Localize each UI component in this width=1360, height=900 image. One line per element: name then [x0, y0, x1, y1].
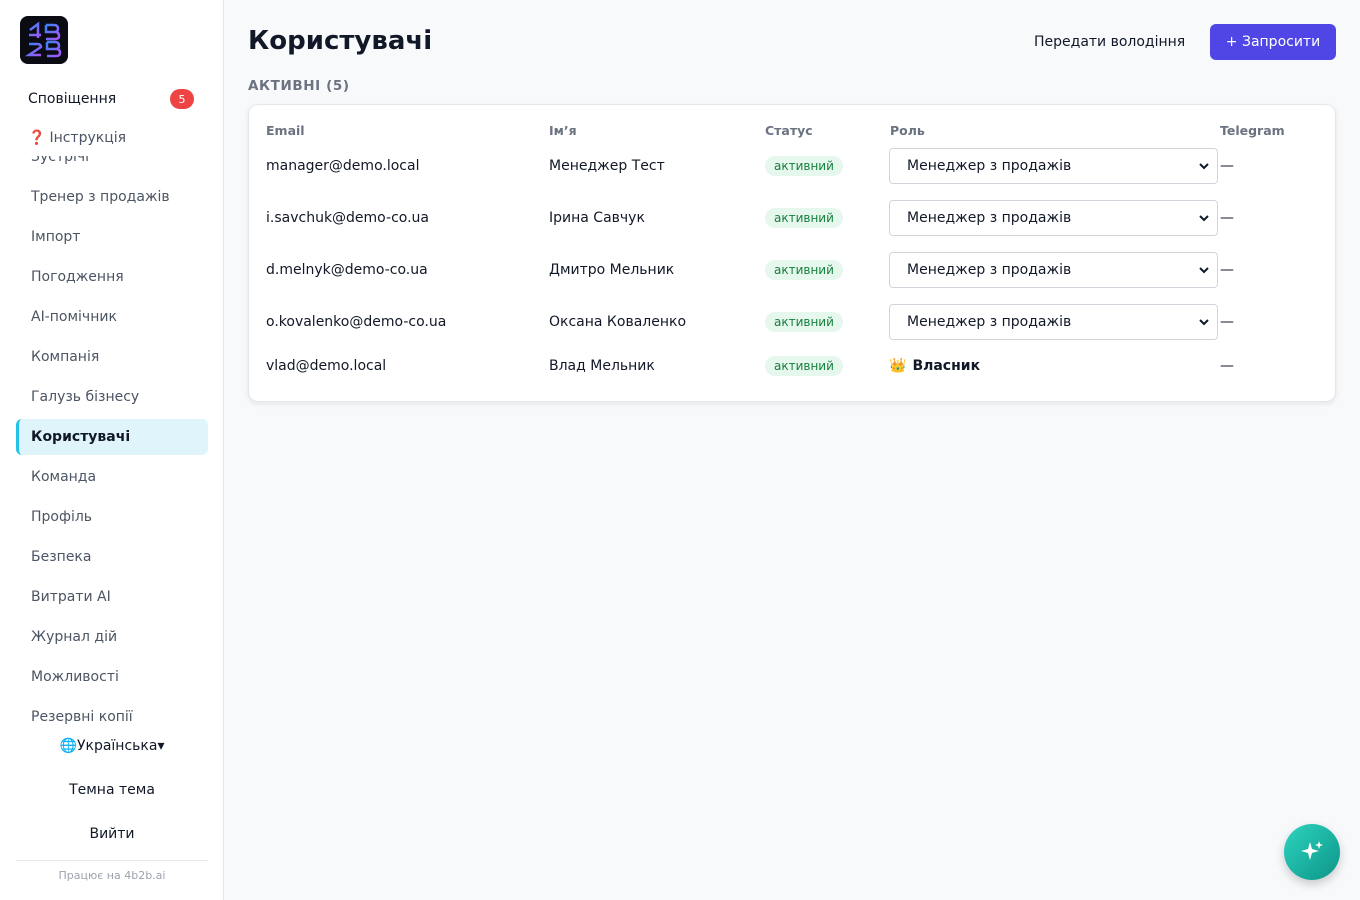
- language-label: Українська: [76, 738, 158, 754]
- invite-button[interactable]: + Запросити: [1210, 24, 1336, 60]
- chevron-down-icon: ▾: [157, 738, 165, 754]
- role-select-value: Менеджер з продажів: [907, 314, 1072, 330]
- user-email: i.savchuk@demo-co.ua: [266, 210, 429, 226]
- notifications-label: Сповіщення: [28, 91, 117, 107]
- owner-role-label: Власник: [912, 358, 981, 374]
- notifications-link[interactable]: Сповіщення 5: [16, 84, 208, 114]
- status-badge: активний: [765, 156, 843, 176]
- table-row: i.savchuk@demo-co.ua Ірина Савчук активний…: [249, 198, 1337, 238]
- notifications-count-badge: 5: [170, 89, 194, 109]
- transfer-ownership-button[interactable]: Передати володіння: [1022, 28, 1197, 56]
- logo-graphic: [24, 21, 62, 58]
- user-name: Влад Мельник: [549, 358, 655, 374]
- active-users-heading: АКТИВНІ (5): [248, 78, 350, 94]
- status-badge: активний: [765, 208, 843, 228]
- sidebar-item[interactable]: Безпека: [16, 539, 208, 575]
- language-selector[interactable]: 🌐 Українська ▾: [16, 734, 208, 758]
- sidebar-item[interactable]: Профіль: [16, 499, 208, 535]
- sidebar-item[interactable]: Тренер з продажів: [16, 179, 208, 215]
- guide-label: Інструкція: [49, 130, 127, 146]
- column-header-email: Email: [266, 123, 305, 138]
- ai-assistant-fab[interactable]: [1284, 824, 1340, 880]
- role-select[interactable]: Менеджер з продажів: [889, 252, 1218, 288]
- table-row: manager@demo.local Менеджер Тест активний М…: [249, 146, 1337, 186]
- telegram-cell: —: [1220, 158, 1234, 174]
- sidebar-item[interactable]: Витрати AI: [16, 579, 208, 615]
- sidebar: Сповіщення 5 ❓ Інструкція Зустрічі Тренер …: [0, 0, 224, 900]
- chevron-down-icon: [1199, 214, 1209, 221]
- user-name: Менеджер Тест: [549, 158, 665, 174]
- chevron-down-icon: [1199, 318, 1209, 325]
- user-name: Ірина Савчук: [549, 210, 645, 226]
- role-select[interactable]: Менеджер з продажів: [889, 148, 1218, 184]
- role-select-value: Менеджер з продажів: [907, 210, 1072, 226]
- telegram-cell: —: [1220, 314, 1234, 330]
- role-select-value: Менеджер з продажів: [907, 262, 1072, 278]
- logout-button[interactable]: Вийти: [16, 820, 208, 848]
- sidebar-divider: [16, 860, 208, 861]
- status-badge: активний: [765, 260, 843, 280]
- status-cell: активний: [765, 198, 843, 238]
- role-select-value: Менеджер з продажів: [907, 158, 1072, 174]
- globe-icon: 🌐: [59, 738, 77, 754]
- column-header-role: Роль: [890, 123, 925, 138]
- crown-icon: 👑: [889, 358, 907, 374]
- telegram-cell: —: [1220, 210, 1234, 226]
- column-header-telegram: Telegram: [1220, 123, 1285, 138]
- table-row: d.melnyk@demo-co.ua Дмитро Мельник активни…: [249, 250, 1337, 290]
- telegram-cell: —: [1220, 262, 1234, 278]
- sidebar-item[interactable]: Компанія: [16, 339, 208, 375]
- sidebar-item[interactable]: Імпорт: [16, 219, 208, 255]
- powered-by-text: Працює на 4b2b.ai: [58, 869, 166, 882]
- status-cell: активний: [765, 146, 843, 186]
- table-row-owner: vlad@demo.local Влад Мельник активний 👑 …: [249, 346, 1337, 386]
- sidebar-item[interactable]: Користувачі: [16, 419, 208, 455]
- sidebar-item[interactable]: Погодження: [16, 259, 208, 295]
- user-email: manager@demo.local: [266, 158, 420, 174]
- sparkles-icon: [1301, 841, 1323, 860]
- users-table: Email Ім’я Статус Роль Telegram manager@…: [248, 104, 1336, 402]
- role-select[interactable]: Менеджер з продажів: [889, 304, 1218, 340]
- sidebar-item[interactable]: Можливості: [16, 659, 208, 695]
- guide-link[interactable]: ❓ Інструкція: [28, 130, 126, 146]
- role-select[interactable]: Менеджер з продажів: [889, 200, 1218, 236]
- question-icon: ❓: [28, 130, 46, 146]
- sidebar-item[interactable]: Зустрічі: [16, 156, 208, 175]
- sidebar-item[interactable]: Команда: [16, 459, 208, 495]
- chevron-down-icon: [1199, 162, 1209, 169]
- status-cell: активний: [765, 250, 843, 290]
- user-email: o.kovalenko@demo-co.ua: [266, 314, 447, 330]
- column-header-status: Статус: [765, 123, 813, 138]
- app-logo[interactable]: [20, 16, 68, 64]
- status-badge: активний: [765, 356, 843, 376]
- status-badge: активний: [765, 312, 843, 332]
- role-cell: 👑 Власник: [889, 346, 980, 386]
- column-header-name: Ім’я: [549, 123, 577, 138]
- chevron-down-icon: [1199, 266, 1209, 273]
- sidebar-nav[interactable]: Зустрічі Тренер з продажів Імпорт Погодженн…: [16, 156, 208, 734]
- sidebar-item[interactable]: Журнал дій: [16, 619, 208, 655]
- user-email: d.melnyk@demo-co.ua: [266, 262, 428, 278]
- user-name: Дмитро Мельник: [549, 262, 675, 278]
- user-email: vlad@demo.local: [266, 358, 387, 374]
- status-cell: активний: [765, 302, 843, 342]
- user-name: Оксана Коваленко: [549, 314, 687, 330]
- sidebar-item[interactable]: Галузь бізнесу: [16, 379, 208, 415]
- sidebar-item[interactable]: Резервні копії: [16, 699, 208, 734]
- table-row: o.kovalenko@demo-co.ua Оксана Коваленко ак…: [249, 302, 1337, 342]
- telegram-cell: —: [1220, 358, 1234, 374]
- sidebar-item[interactable]: AI-помічник: [16, 299, 208, 335]
- theme-toggle-button[interactable]: Темна тема: [16, 776, 208, 804]
- status-cell: активний: [765, 346, 843, 386]
- page-title: Користувачі: [248, 26, 433, 56]
